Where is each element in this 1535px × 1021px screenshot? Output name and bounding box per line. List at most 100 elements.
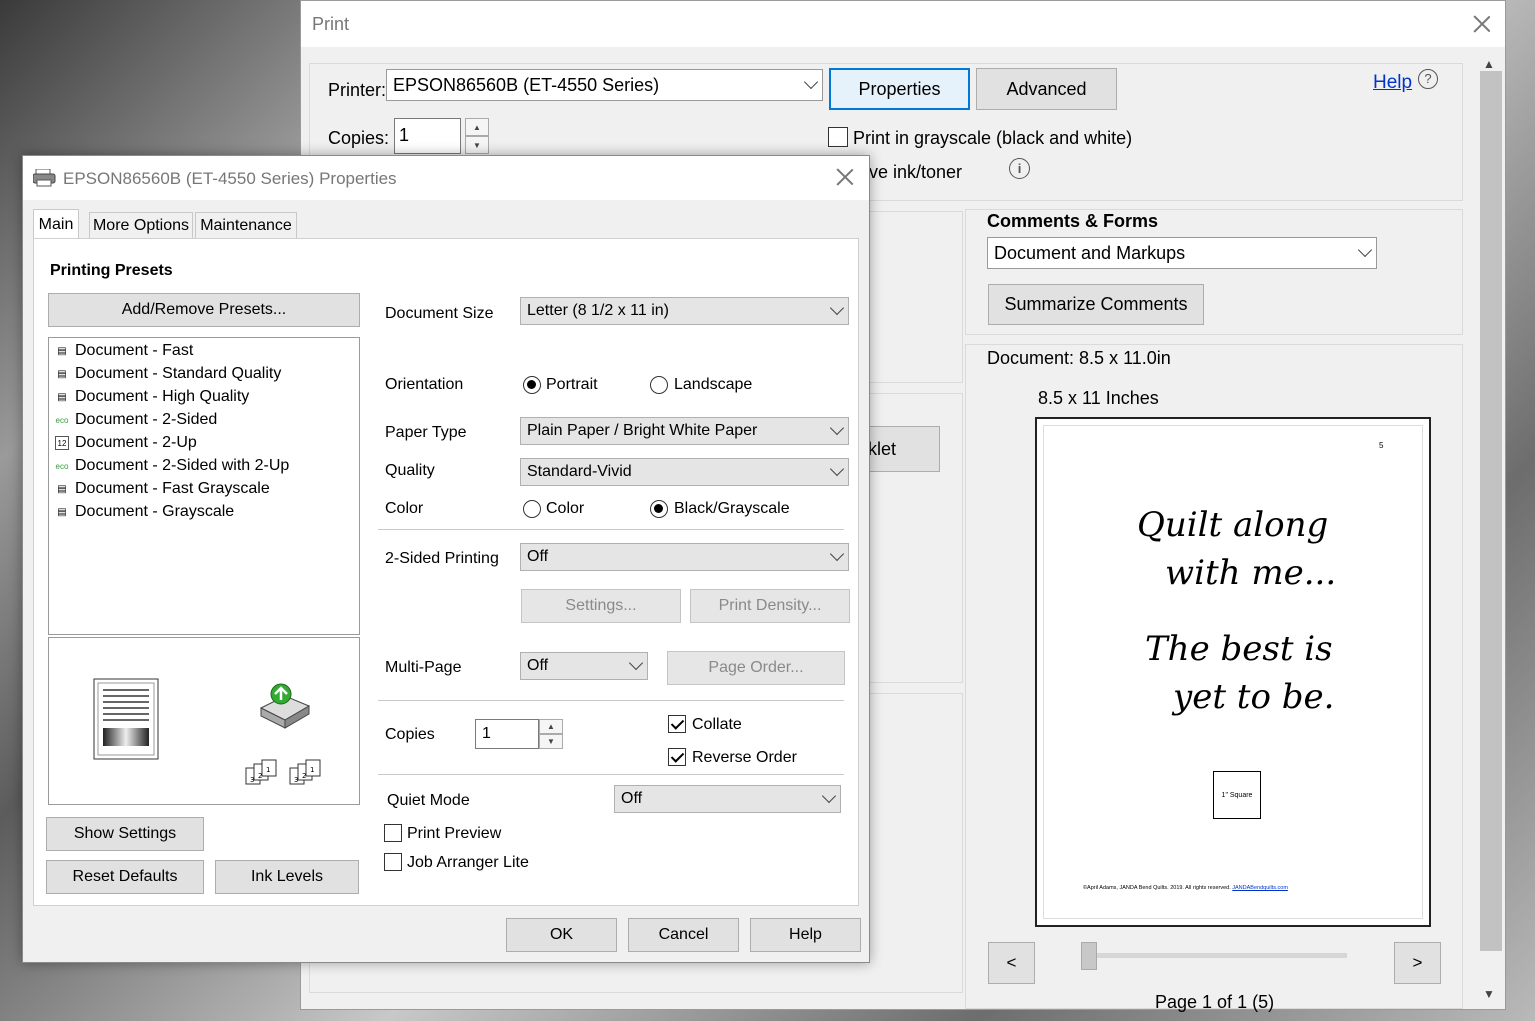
printer-select[interactable]: EPSON86560B (ET-4550 Series) [386,69,823,101]
ink-levels-button[interactable]: Ink Levels [215,860,359,894]
preview-line-2: with me... [1165,553,1337,593]
svg-text:2: 2 [258,772,262,780]
quiet-mode-select[interactable]: Off [614,785,841,813]
settings-preview-box: 321 321 [48,637,360,805]
two-sided-label: 2-Sided Printing [385,550,499,567]
close-icon[interactable] [836,168,854,186]
page-order-button[interactable]: Page Order... [667,651,845,685]
spin-down-icon[interactable]: ▼ [539,734,563,749]
help-icon[interactable]: ? [1418,69,1438,89]
tab-more-options[interactable]: More Options [89,212,193,238]
cancel-button[interactable]: Cancel [628,918,739,952]
grayscale-label: Print in grayscale (black and white) [853,128,1133,148]
svg-text:3: 3 [250,776,254,784]
close-icon[interactable] [1473,15,1491,33]
two-sided-value: Off [527,548,549,565]
copies-spinner[interactable]: ▲ ▼ [539,719,563,749]
black-grayscale-label: Black/Grayscale [674,500,790,517]
help-button[interactable]: Help [750,918,861,952]
color-radio[interactable] [523,500,541,518]
save-ink-label: ve ink/toner [869,162,963,182]
tab-maintenance[interactable]: Maintenance [195,212,297,238]
list-item[interactable]: ▤ Document - Fast Grayscale [55,478,269,500]
paper-type-select[interactable]: Plain Paper / Bright White Paper [520,417,849,445]
properties-button[interactable]: Properties [829,68,970,110]
main-tab-body: Printing Presets Add/Remove Presets... ▤… [33,238,859,906]
preview-line-4: yet to be. [1173,677,1335,717]
job-arranger-checkbox[interactable] [384,853,402,871]
comments-forms-select[interactable]: Document and Markups [987,237,1377,269]
preview-footer: ©April Adams, JANDA Bend Quilts. 2019. A… [1083,885,1288,891]
tab-main[interactable]: Main [33,209,79,239]
list-item[interactable]: ▤ Document - Standard Quality [55,363,281,385]
properties-titlebar: EPSON86560B (ET-4550 Series) Properties [23,156,869,200]
preview-line-3: The best is [1145,629,1333,669]
list-item[interactable]: ▤ Document - Grayscale [55,501,234,523]
preset-label: Document - Standard Quality [75,365,282,382]
spin-up-icon[interactable]: ▲ [465,118,489,136]
page-indicator: Page 1 of 1 (5) [1155,992,1275,1012]
eco-icon: eco [55,461,69,471]
ok-button[interactable]: OK [506,918,617,952]
help-link[interactable]: Help [1373,72,1412,94]
spin-down-icon[interactable]: ▼ [465,136,489,154]
svg-text:2: 2 [302,772,306,780]
spin-up-icon[interactable]: ▲ [539,719,563,734]
next-page-button[interactable]: > [1394,942,1441,984]
info-icon[interactable]: i [1009,158,1030,179]
document-icon: ▤ [57,506,67,518]
scrollbar[interactable]: ▲ ▼ [1477,47,1505,1009]
copies-input[interactable]: 1 [394,118,461,154]
landscape-radio[interactable] [650,376,668,394]
print-preview-checkbox[interactable] [384,824,402,842]
page-order-icon: 321 [289,758,323,786]
portrait-radio[interactable] [523,376,541,394]
document-icon: ▤ [57,345,67,357]
preview-page: 5 Quilt along with me... The best is yet… [1035,417,1431,927]
show-settings-button[interactable]: Show Settings [46,817,204,851]
scrollbar-thumb[interactable] [1480,71,1502,951]
quality-label: Quality [385,462,435,479]
print-density-button[interactable]: Print Density... [690,589,850,623]
summarize-comments-button[interactable]: Summarize Comments [988,284,1204,325]
chevron-down-icon [803,74,819,90]
paper-type-value: Plain Paper / Bright White Paper [527,422,758,439]
multi-page-select[interactable]: Off [520,652,648,680]
scroll-up-icon[interactable]: ▲ [1483,57,1495,71]
booklet-button[interactable]: klet [861,426,940,472]
reverse-order-checkbox[interactable] [668,748,686,766]
chevron-down-icon [821,788,837,804]
prev-page-button[interactable]: < [988,942,1035,984]
document-size-select[interactable]: Letter (8 1/2 x 11 in) [520,297,849,325]
list-item[interactable]: ▤ Document - Fast [55,340,193,362]
preview-page-inner [1043,425,1423,919]
list-item[interactable]: eco Document - 2-Sided with 2-Up [55,455,290,477]
page-slider-thumb[interactable] [1081,942,1097,970]
two-sided-select[interactable]: Off [520,543,849,571]
list-item[interactable]: ▤ Document - High Quality [55,386,249,408]
black-grayscale-radio[interactable] [650,500,668,518]
quality-select[interactable]: Standard-Vivid [520,458,849,486]
svg-text:1: 1 [310,766,314,774]
preset-label: Document - High Quality [75,388,250,405]
list-item[interactable]: 12 Document - 2-Up [55,432,197,454]
settings-button[interactable]: Settings... [521,589,681,623]
preset-label: Document - 2-Up [75,434,197,451]
chevron-down-icon [829,300,845,316]
list-item[interactable]: eco Document - 2-Sided [55,409,218,431]
add-remove-presets-button[interactable]: Add/Remove Presets... [48,293,360,327]
scroll-down-icon[interactable]: ▼ [1483,987,1495,1001]
copies-spinner[interactable]: ▲ ▼ [465,118,489,154]
document-size-value: Letter (8 1/2 x 11 in) [527,302,669,319]
reverse-order-label: Reverse Order [692,749,797,766]
copies-input[interactable]: 1 [475,719,539,749]
grayscale-checkbox[interactable] [828,127,848,147]
printing-presets-title: Printing Presets [50,262,173,279]
page-slider-track[interactable] [1091,953,1347,958]
landscape-label: Landscape [674,376,753,393]
collate-checkbox[interactable] [668,715,686,733]
reset-defaults-button[interactable]: Reset Defaults [46,860,204,894]
multi-page-value: Off [527,657,549,674]
advanced-button[interactable]: Advanced [976,68,1117,110]
preview-line-1: Quilt along [1137,505,1329,545]
